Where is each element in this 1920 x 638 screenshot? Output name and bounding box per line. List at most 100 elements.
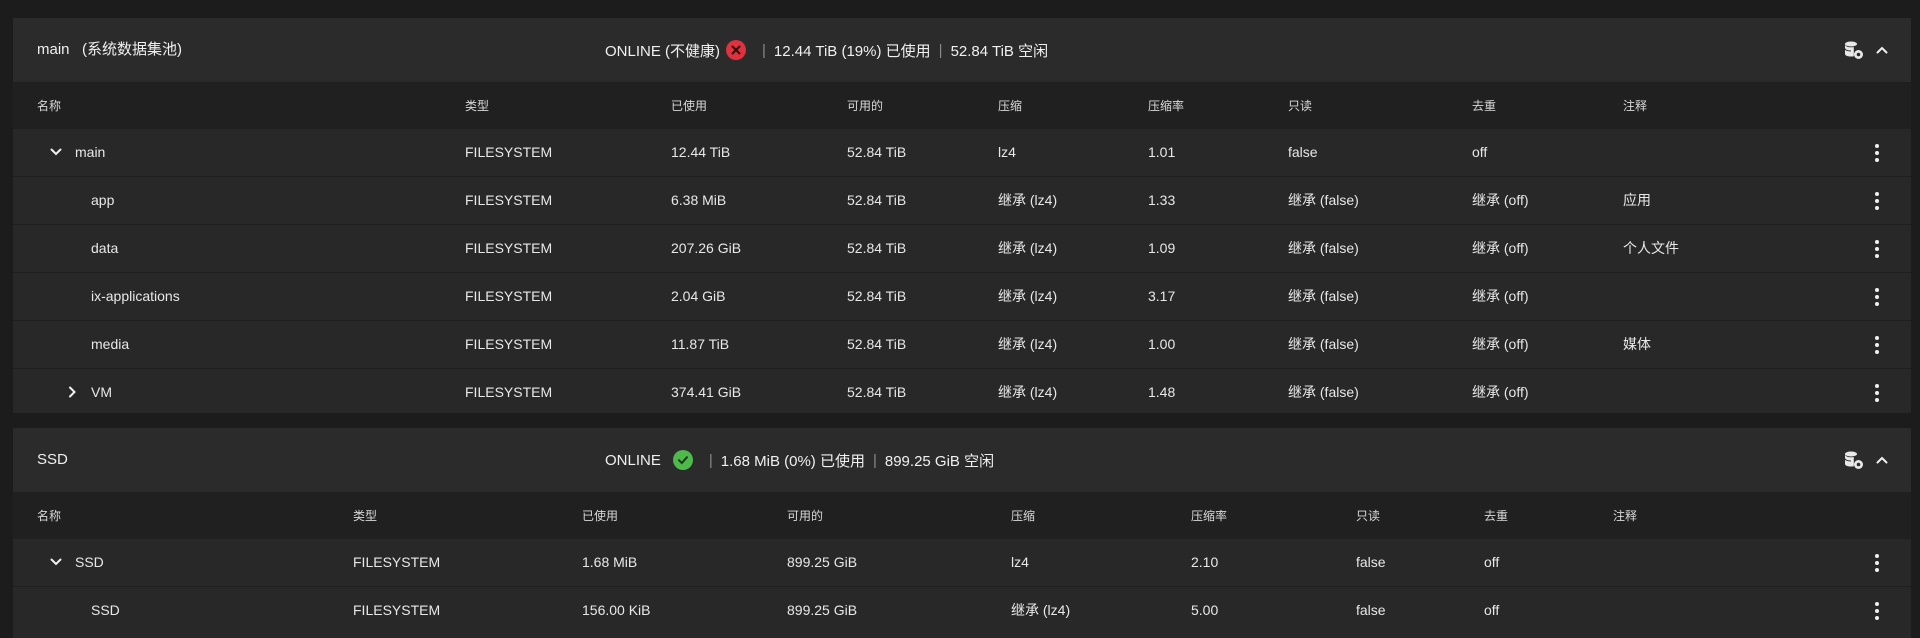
pool-card-ssd: SSD ONLINE | 1.68 MiB (0%) 已使用 | 899.25 … — [13, 428, 1911, 638]
column-header-available[interactable]: 可用的 — [847, 83, 883, 129]
pool-card-main: main (系统数据集池) ONLINE (不健康) | 12.44 TiB (… — [13, 18, 1911, 413]
more-vertical-icon[interactable] — [1873, 551, 1881, 575]
dataset-readonly: 继承 (false) — [1288, 336, 1359, 352]
pool-title: main (系统数据集池) — [37, 41, 183, 58]
dataset-type: FILESYSTEM — [465, 144, 553, 160]
column-header-used[interactable]: 已使用 — [671, 83, 707, 129]
column-header-readonly[interactable]: 只读 — [1288, 83, 1312, 129]
dataset-dedup: off — [1484, 554, 1500, 570]
dataset-dedup: 继承 (off) — [1472, 288, 1529, 304]
pool-used-text: 12.44 TiB (19%) 已使用 — [773, 42, 931, 60]
divider: | — [872, 451, 877, 469]
more-vertical-icon[interactable] — [1873, 189, 1881, 213]
table-row[interactable]: media FILESYSTEM 11.87 TiB 52.84 TiB 继承 … — [13, 321, 1911, 369]
dataset-used: 2.04 GiB — [671, 288, 726, 304]
dataset-name: VM — [91, 384, 112, 400]
dataset-type: FILESYSTEM — [353, 602, 441, 618]
dataset-name: media — [91, 336, 130, 352]
dataset-ratio: 1.48 — [1148, 384, 1176, 400]
more-vertical-icon[interactable] — [1873, 141, 1881, 165]
column-header-name[interactable]: 名称 — [37, 83, 61, 129]
dataset-readonly: 继承 (false) — [1288, 192, 1359, 208]
dataset-used: 1.68 MiB — [582, 554, 638, 570]
dataset-used: 374.41 GiB — [671, 384, 742, 400]
dataset-compression: 继承 (lz4) — [1011, 602, 1071, 618]
column-header-type[interactable]: 类型 — [465, 83, 489, 129]
dataset-ratio: 1.00 — [1148, 336, 1176, 352]
dataset-compression: 继承 (lz4) — [998, 240, 1058, 256]
column-header-compression[interactable]: 压缩 — [998, 83, 1022, 129]
dataset-readonly: false — [1356, 602, 1386, 618]
column-header-dedup[interactable]: 去重 — [1472, 83, 1496, 129]
dataset-type: FILESYSTEM — [465, 384, 553, 400]
dataset-comment: 应用 — [1623, 192, 1651, 208]
column-header-available[interactable]: 可用的 — [787, 493, 823, 539]
pool-used-text: 1.68 MiB (0%) 已使用 — [720, 452, 865, 470]
pool-health-text: ONLINE — [605, 451, 661, 469]
chevron-up-icon[interactable] — [1875, 43, 1889, 57]
more-vertical-icon[interactable] — [1873, 285, 1881, 309]
column-header-comments[interactable]: 注释 — [1623, 83, 1647, 129]
column-header-compression[interactable]: 压缩 — [1011, 493, 1035, 539]
table-row[interactable]: ix-applications FILESYSTEM 2.04 GiB 52.8… — [13, 273, 1911, 321]
column-header-readonly[interactable]: 只读 — [1356, 493, 1380, 539]
dataset-type: FILESYSTEM — [465, 192, 553, 208]
dataset-name: main — [75, 144, 106, 160]
dataset-name: app — [91, 192, 115, 208]
column-header-dedup[interactable]: 去重 — [1484, 493, 1508, 539]
more-vertical-icon[interactable] — [1873, 237, 1881, 261]
check-circle-icon — [672, 450, 693, 470]
column-header-ratio[interactable]: 压缩率 — [1148, 83, 1184, 129]
dataset-compression: 继承 (lz4) — [998, 288, 1058, 304]
dataset-compression: 继承 (lz4) — [998, 384, 1058, 400]
dataset-ratio: 2.10 — [1191, 554, 1219, 570]
table-row[interactable]: data FILESYSTEM 207.26 GiB 52.84 TiB 继承 … — [13, 225, 1911, 273]
dataset-compression: 继承 (lz4) — [998, 336, 1058, 352]
database-gear-icon[interactable] — [1843, 449, 1865, 471]
column-header-type[interactable]: 类型 — [353, 493, 377, 539]
pool-status: ONLINE | 1.68 MiB (0%) 已使用 | 899.25 GiB … — [605, 428, 994, 492]
dataset-type: FILESYSTEM — [465, 288, 553, 304]
table-row[interactable]: SSD FILESYSTEM 1.68 MiB 899.25 GiB lz4 2… — [13, 539, 1911, 587]
dataset-dedup: 继承 (off) — [1472, 192, 1529, 208]
dataset-type: FILESYSTEM — [353, 554, 441, 570]
chevron-right-icon[interactable] — [65, 385, 79, 399]
dataset-name: SSD — [75, 554, 104, 570]
divider: | — [708, 451, 713, 469]
chevron-up-icon[interactable] — [1875, 453, 1889, 467]
dataset-dedup: 继承 (off) — [1472, 336, 1529, 352]
pool-subtitle: (系统数据集池) — [82, 41, 183, 58]
database-gear-icon[interactable] — [1843, 39, 1865, 61]
column-header-used[interactable]: 已使用 — [582, 493, 618, 539]
table-row[interactable]: SSD FILESYSTEM 156.00 KiB 899.25 GiB 继承 … — [13, 587, 1911, 634]
pool-free-text: 899.25 GiB 空闲 — [884, 452, 995, 470]
dataset-name: SSD — [91, 602, 120, 618]
column-header-ratio[interactable]: 压缩率 — [1191, 493, 1227, 539]
table-row[interactable]: VM FILESYSTEM 374.41 GiB 52.84 TiB 继承 (l… — [13, 369, 1911, 416]
dataset-available: 52.84 TiB — [847, 144, 907, 160]
table-header: 名称 类型 已使用 可用的 压缩 压缩率 只读 去重 注释 — [13, 493, 1911, 539]
more-vertical-icon[interactable] — [1873, 333, 1881, 357]
column-header-name[interactable]: 名称 — [37, 493, 61, 539]
divider: | — [938, 41, 943, 59]
pool-header: main (系统数据集池) ONLINE (不健康) | 12.44 TiB (… — [13, 18, 1911, 83]
pool-title: SSD — [37, 451, 68, 468]
dataset-ratio: 1.33 — [1148, 192, 1176, 208]
pool-free-text: 52.84 TiB 空闲 — [950, 42, 1049, 60]
dataset-name: data — [91, 240, 119, 256]
column-header-comments[interactable]: 注释 — [1613, 493, 1637, 539]
pool-header: SSD ONLINE | 1.68 MiB (0%) 已使用 | 899.25 … — [13, 428, 1911, 493]
table-row[interactable]: main FILESYSTEM 12.44 TiB 52.84 TiB lz4 … — [13, 129, 1911, 177]
dataset-dedup: off — [1484, 602, 1500, 618]
table-row[interactable]: app FILESYSTEM 6.38 MiB 52.84 TiB 继承 (lz… — [13, 177, 1911, 225]
chevron-down-icon[interactable] — [49, 555, 63, 569]
pool-tools — [1843, 428, 1889, 492]
more-vertical-icon[interactable] — [1873, 381, 1881, 405]
dataset-compression: 继承 (lz4) — [998, 192, 1058, 208]
dataset-compression: lz4 — [1011, 554, 1029, 570]
dataset-comment: 媒体 — [1623, 336, 1651, 352]
dataset-available: 52.84 TiB — [847, 288, 907, 304]
dataset-readonly: 继承 (false) — [1288, 240, 1359, 256]
chevron-down-icon[interactable] — [49, 145, 63, 159]
more-vertical-icon[interactable] — [1873, 599, 1881, 623]
